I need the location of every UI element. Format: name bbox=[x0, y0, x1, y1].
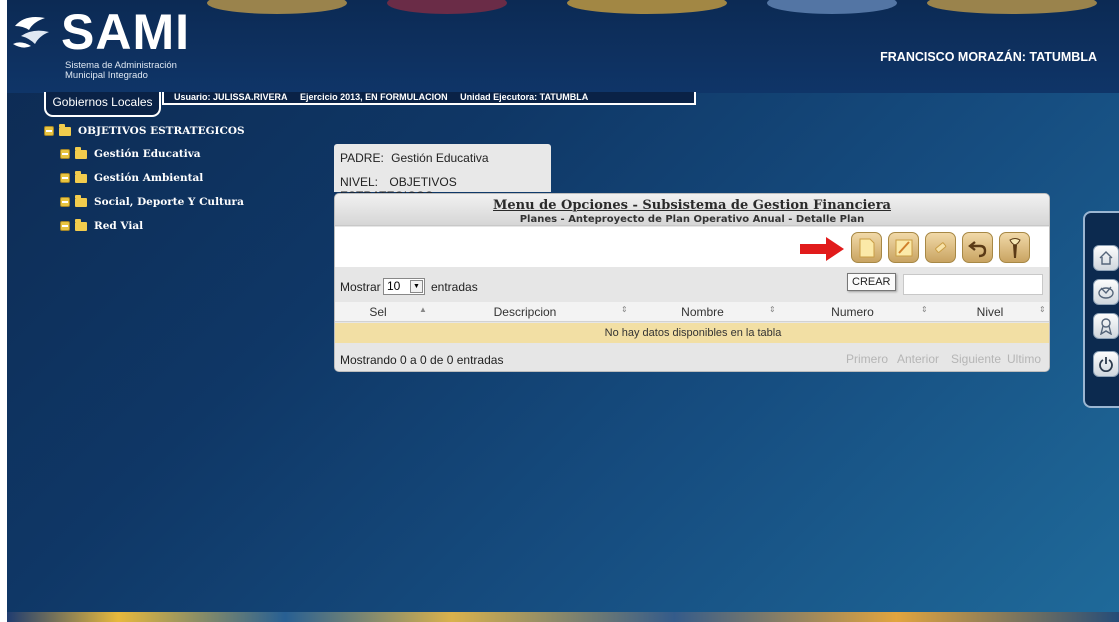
pager-first-button[interactable]: Primero bbox=[846, 352, 888, 366]
sami-logo-icon bbox=[13, 17, 49, 48]
tree-node-label: Social, Deporte Y Cultura bbox=[94, 196, 244, 208]
torch-icon bbox=[1008, 237, 1021, 258]
logo-title: SAMI bbox=[61, 4, 190, 60]
sort-asc-icon[interactable]: ▲ bbox=[419, 305, 427, 314]
award-button[interactable] bbox=[1093, 313, 1119, 339]
tab-strip: Gobiernos Locales Usuario: JULISSA.RIVER… bbox=[44, 92, 696, 117]
tree-node-label: Gestión Ambiental bbox=[94, 172, 204, 184]
tree-node-label: Red Vial bbox=[94, 220, 144, 232]
create-tooltip: CREAR bbox=[847, 273, 896, 291]
header-decoration bbox=[207, 0, 347, 14]
table-header: Sel ▲ Descripcion ⇕ Nombre ⇕ Numero ⇕ Ni… bbox=[335, 302, 1049, 322]
session-info-bar: Usuario: JULISSA.RIVERA Ejercicio 2013, … bbox=[162, 92, 696, 105]
column-header-nombre[interactable]: Nombre bbox=[645, 305, 760, 319]
pager-previous-button[interactable]: Anterior bbox=[897, 352, 939, 366]
pencil-icon bbox=[895, 239, 912, 256]
folder-icon bbox=[59, 123, 71, 136]
footer-decoration bbox=[7, 612, 1119, 622]
collapse-icon[interactable] bbox=[60, 197, 70, 207]
folder-icon bbox=[75, 146, 87, 159]
sort-icon[interactable]: ⇕ bbox=[769, 305, 776, 314]
panel-title: Menu de Opciones - Subsistema de Gestion… bbox=[493, 198, 891, 213]
municipality-label: FRANCISCO MORAZÁN: TATUMBLA bbox=[880, 50, 1097, 64]
page-size-select[interactable]: 10 ▼ bbox=[383, 278, 425, 295]
sort-icon[interactable]: ⇕ bbox=[621, 305, 628, 314]
undo-button[interactable] bbox=[962, 232, 993, 263]
parent-label: PADRE: bbox=[340, 151, 384, 165]
panel-header: Menu de Opciones - Subsistema de Gestion… bbox=[335, 194, 1049, 226]
parent-value: Gestión Educativa bbox=[391, 151, 489, 165]
parent-row: PADRE: Gestión Educativa bbox=[340, 151, 489, 165]
collapse-icon[interactable] bbox=[60, 173, 70, 183]
header-decoration bbox=[387, 0, 507, 14]
toolbar bbox=[335, 227, 1049, 267]
page-size-value: 10 bbox=[387, 279, 401, 293]
parent-info-box: PADRE: Gestión Educativa NIVEL: OBJETIVO… bbox=[334, 144, 551, 203]
executing-unit-label: Unidad Ejecutora: TATUMBLA bbox=[460, 92, 589, 102]
red-arrow-icon bbox=[800, 237, 844, 261]
chevron-down-icon: ▼ bbox=[410, 280, 423, 293]
folder-icon bbox=[75, 218, 87, 231]
table-footer: Mostrando 0 a 0 de 0 entradas Primero An… bbox=[335, 344, 1049, 371]
tab-gobiernos-locales[interactable]: Gobiernos Locales bbox=[44, 92, 161, 117]
search-input[interactable] bbox=[903, 274, 1043, 295]
column-header-descripcion[interactable]: Descripcion bbox=[465, 305, 585, 319]
collapse-icon[interactable] bbox=[60, 149, 70, 159]
column-header-numero[interactable]: Numero bbox=[795, 305, 910, 319]
pager-next-button[interactable]: Siguiente bbox=[951, 352, 1001, 366]
tree-node[interactable]: Red Vial bbox=[60, 218, 144, 233]
sort-icon[interactable]: ⇕ bbox=[921, 305, 928, 314]
new-document-icon bbox=[859, 238, 874, 257]
undo-arrow-icon bbox=[967, 240, 986, 257]
tree-node-label: OBJETIVOS ESTRATEGICOS bbox=[78, 125, 245, 137]
app-frame: SAMI Sistema de Administración Municipal… bbox=[7, 0, 1119, 622]
empty-table-message: No hay datos disponibles en la tabla bbox=[335, 323, 1049, 343]
panel-subtitle: Planes - Anteproyecto de Plan Operativo … bbox=[519, 214, 865, 225]
showing-entries-info: Mostrando 0 a 0 de 0 entradas bbox=[340, 353, 504, 367]
edit-button[interactable] bbox=[888, 232, 919, 263]
tools-icon bbox=[1098, 286, 1114, 299]
award-ribbon-icon bbox=[1100, 318, 1112, 335]
logo-subtitle: Municipal Integrado bbox=[65, 70, 148, 81]
header-decoration bbox=[567, 0, 727, 14]
tree-node[interactable]: Gestión Educativa bbox=[60, 146, 201, 161]
folder-icon bbox=[75, 194, 87, 207]
options-panel: Menu de Opciones - Subsistema de Gestion… bbox=[334, 193, 1050, 372]
collapse-icon[interactable] bbox=[60, 221, 70, 231]
torch-button[interactable] bbox=[999, 232, 1030, 263]
header: SAMI Sistema de Administración Municipal… bbox=[7, 0, 1119, 93]
header-decoration bbox=[927, 0, 1097, 14]
tree-node-root[interactable]: OBJETIVOS ESTRATEGICOS bbox=[44, 123, 245, 138]
collapse-icon[interactable] bbox=[44, 126, 54, 136]
tree-node[interactable]: Social, Deporte Y Cultura bbox=[60, 194, 244, 209]
folder-icon bbox=[75, 170, 87, 183]
power-button[interactable] bbox=[1093, 351, 1119, 377]
tree-node[interactable]: Gestión Ambiental bbox=[60, 170, 204, 185]
sort-icon[interactable]: ⇕ bbox=[1039, 305, 1046, 314]
eraser-icon bbox=[934, 241, 946, 253]
tools-button[interactable] bbox=[1093, 279, 1119, 305]
right-side-toolbar bbox=[1083, 211, 1119, 408]
show-entries-label: Mostrar bbox=[340, 280, 381, 294]
table-controls: Mostrar 10 ▼ entradas ar: CREAR bbox=[335, 269, 1049, 301]
user-label: Usuario: JULISSA.RIVERA bbox=[174, 92, 288, 102]
delete-button[interactable] bbox=[925, 232, 956, 263]
sami-logo[interactable]: SAMI Sistema de Administración Municipal… bbox=[11, 4, 191, 83]
power-icon bbox=[1099, 357, 1113, 372]
fiscal-year-label: Ejercicio 2013, EN FORMULACION bbox=[300, 92, 448, 102]
tree-node-label: Gestión Educativa bbox=[94, 148, 201, 160]
pager-last-button[interactable]: Ultimo bbox=[1007, 352, 1041, 366]
level-label: NIVEL: bbox=[340, 175, 379, 189]
home-button[interactable] bbox=[1093, 245, 1119, 271]
entries-label: entradas bbox=[431, 280, 478, 294]
create-button[interactable] bbox=[851, 232, 882, 263]
header-decoration bbox=[767, 0, 897, 14]
column-header-sel[interactable]: Sel bbox=[343, 305, 413, 319]
column-header-nivel[interactable]: Nivel bbox=[940, 305, 1040, 319]
home-icon bbox=[1099, 251, 1113, 265]
